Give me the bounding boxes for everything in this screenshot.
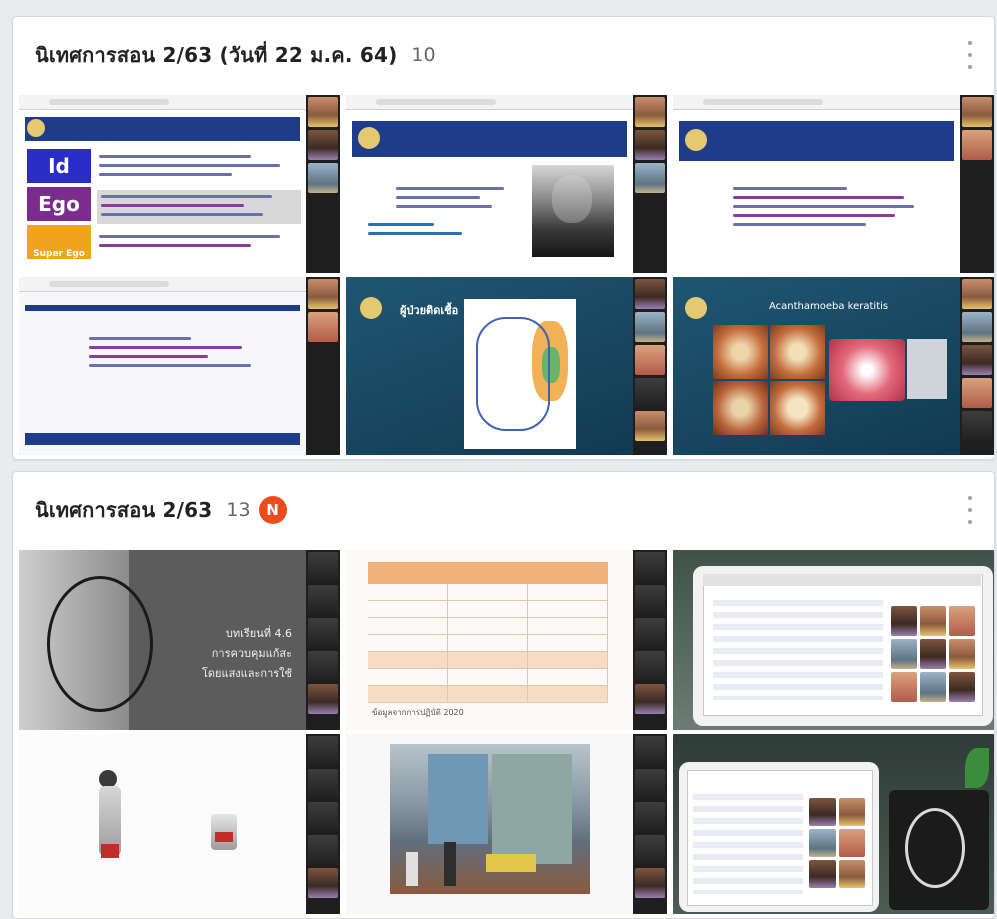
album-card-1: นิเทศการสอน 2/63 (วันที่ 22 ม.ค. 64) 10 … xyxy=(12,16,995,460)
lesson-title: บทเรียนที่ 4.6 xyxy=(225,627,292,640)
lesson-line-2: การควบคุมแก้สะ xyxy=(211,647,292,660)
table-caption: ข้อมูลจากการปฏิบัติ 2020 xyxy=(372,708,464,717)
album-header-2: นิเทศการสอน 2/63 13 N xyxy=(13,472,994,547)
photo-tile[interactable] xyxy=(673,95,994,273)
photo-grid-2: บทเรียนที่ 4.6 การควบคุมแก้สะ โดยแสงและก… xyxy=(19,550,994,914)
album-header-1: นิเทศการสอน 2/63 (วันที่ 22 ม.ค. 64) 10 xyxy=(13,17,994,92)
eye-slide-title: Acanthamoeba keratitis xyxy=(769,301,889,312)
photo-tile[interactable] xyxy=(346,734,667,914)
photo-count-1: 10 xyxy=(411,43,436,66)
superego-label: Super Ego xyxy=(27,225,91,259)
album-title-1[interactable]: นิเทศการสอน 2/63 (วันที่ 22 ม.ค. 64) xyxy=(35,39,397,71)
photo-grid-1: Id Ego Super Ego ผู้ป่วยติดเชื้อ Acantha… xyxy=(19,95,994,455)
photo-tile[interactable] xyxy=(673,734,994,914)
more-options-icon-2[interactable] xyxy=(960,496,980,524)
physiology-title: ผู้ป่วยติดเชื้อ xyxy=(400,304,459,317)
photo-tile[interactable]: บทเรียนที่ 4.6 การควบคุมแก้สะ โดยแสงและก… xyxy=(19,550,340,730)
photo-tile[interactable]: Id Ego Super Ego xyxy=(19,95,340,273)
photo-tile[interactable]: ผู้ป่วยติดเชื้อ xyxy=(346,277,667,455)
photo-tile[interactable]: ข้อมูลจากการปฏิบัติ 2020 xyxy=(346,550,667,730)
ego-label: Ego xyxy=(27,187,91,221)
photo-tile[interactable] xyxy=(19,734,340,914)
photo-tile[interactable]: Acanthamoeba keratitis xyxy=(673,277,994,455)
photo-tile[interactable] xyxy=(346,95,667,273)
lesson-line-3: โดยแสงและการใช้ xyxy=(202,667,292,680)
id-label: Id xyxy=(27,149,91,183)
photo-count-2: 13 xyxy=(226,498,251,521)
album-card-2: นิเทศการสอน 2/63 13 N บทเรียนที่ 4.6 การ… xyxy=(12,471,995,919)
photo-tile[interactable] xyxy=(19,277,340,455)
new-badge: N xyxy=(258,495,287,524)
photo-tile[interactable] xyxy=(673,550,994,730)
album-title-2[interactable]: นิเทศการสอน 2/63 xyxy=(35,494,212,526)
more-options-icon-1[interactable] xyxy=(960,41,980,69)
